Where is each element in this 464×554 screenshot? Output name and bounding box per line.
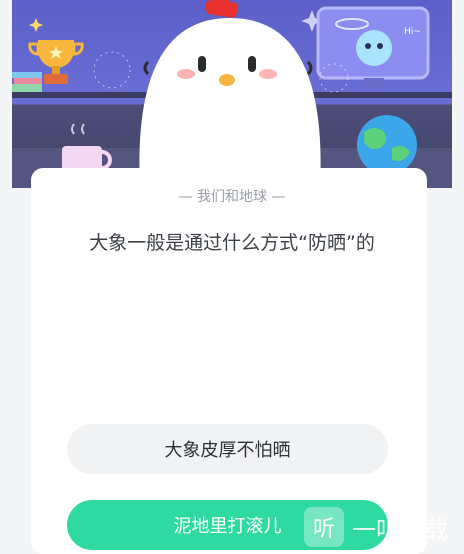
quiz-card	[31, 168, 427, 554]
banner-illustration: Hi~	[12, 0, 452, 188]
answer-option-a-label: 大象皮厚不怕晒	[164, 440, 291, 461]
answer-option-b[interactable]: 泥地里打滚儿	[67, 500, 388, 550]
books-icon	[12, 72, 42, 92]
answer-option-b-label: 泥地里打滚儿	[173, 516, 282, 537]
sparkle-icon	[29, 18, 43, 32]
quiz-question: 大象一般是通过什么方式“防晒”的	[89, 232, 375, 254]
monitor-robot: Hi~	[316, 6, 430, 88]
answer-option-a[interactable]: 大象皮厚不怕晒	[67, 424, 388, 474]
chicken-mascot	[139, 0, 321, 188]
quiz-category: — 我们和地球 —	[178, 189, 286, 205]
robot-speech: Hi~	[404, 27, 421, 37]
header-banner: Hi~	[12, 0, 452, 188]
